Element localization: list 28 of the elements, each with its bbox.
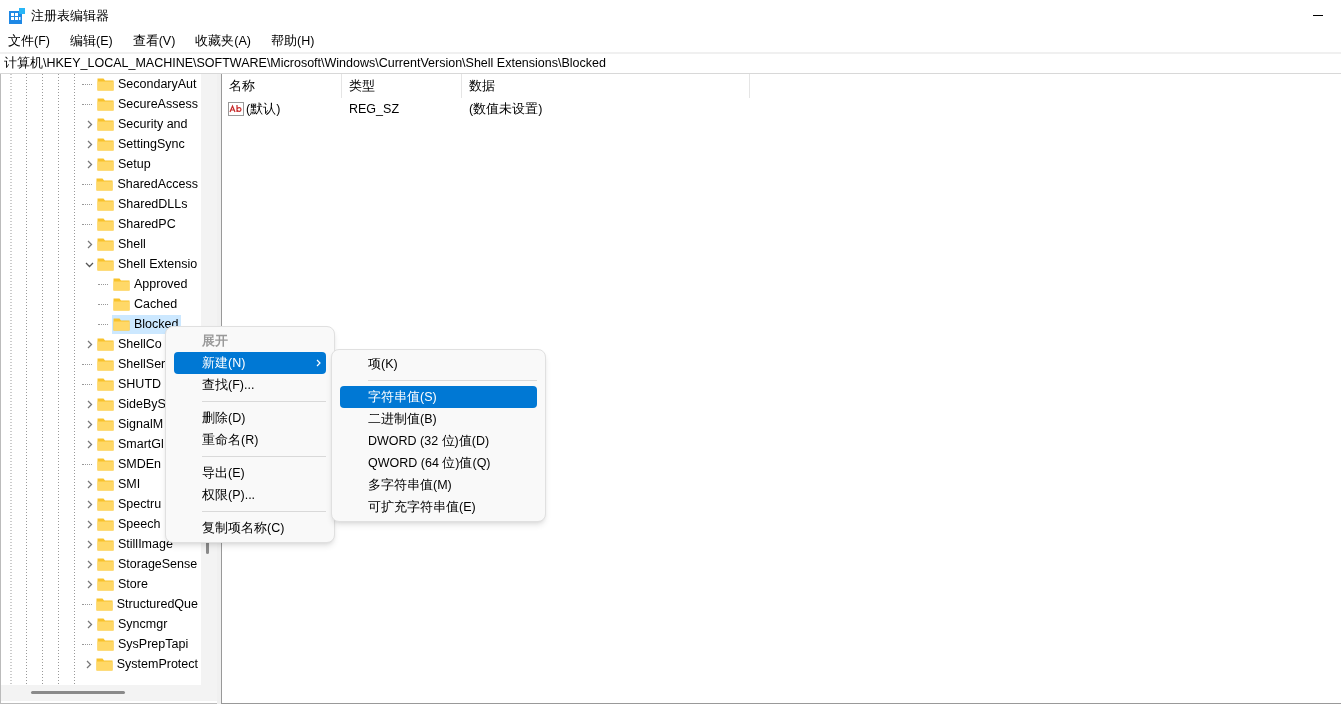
table-cell-text: (数值未设置) [468, 100, 543, 118]
menu-item[interactable]: 帮助(H) [265, 31, 321, 51]
menu-item[interactable]: 可扩充字符串值(E) [340, 496, 537, 518]
menu-item[interactable]: 查找(F)... [174, 374, 326, 396]
menu-item[interactable]: 收藏夹(A) [189, 31, 257, 51]
menu-item[interactable]: DWORD (32 位)值(D) [340, 430, 537, 452]
menu-item[interactable]: 重命名(R) [174, 429, 326, 451]
table-cell-text: (默认) [246, 100, 281, 118]
address-bar[interactable]: 计算机\HKEY_LOCAL_MACHINE\SOFTWARE\Microsoft\Windows\CurrentVersion\Shell Extensions\Blocked [0, 54, 1341, 74]
menu-item[interactable]: 新建(N) [174, 352, 326, 374]
menu-item[interactable]: 多字符串值(M) [340, 474, 537, 496]
menu-item[interactable]: 复制项名称(C) [174, 517, 326, 539]
menu-item[interactable]: 权限(P)... [174, 484, 326, 506]
column-header[interactable]: 数据 [462, 74, 750, 98]
address-path: 计算机\HKEY_LOCAL_MACHINE\SOFTWARE\Microsoft\Windows\CurrentVersion\Shell Extensions\Blocked [4, 55, 606, 73]
menu-item[interactable]: 二进制值(B) [340, 408, 537, 430]
menu-item[interactable]: 导出(E) [174, 462, 326, 484]
menu-item[interactable]: 文件(F) [2, 31, 56, 51]
menu-item[interactable]: 删除(D) [174, 407, 326, 429]
menu-item[interactable]: 项(K) [340, 353, 537, 375]
table-cell-text: REG_SZ [348, 100, 400, 118]
menu-item[interactable]: 字符串值(S) [340, 386, 537, 408]
menu-item[interactable]: 编辑(E) [63, 31, 119, 51]
window-title: 注册表编辑器 [31, 7, 109, 25]
menu-item[interactable]: 查看(V) [126, 31, 182, 51]
column-header[interactable]: 类型 [342, 74, 462, 98]
menu-item[interactable]: QWORD (64 位)值(Q) [340, 452, 537, 474]
column-header[interactable]: 名称 [222, 74, 342, 98]
